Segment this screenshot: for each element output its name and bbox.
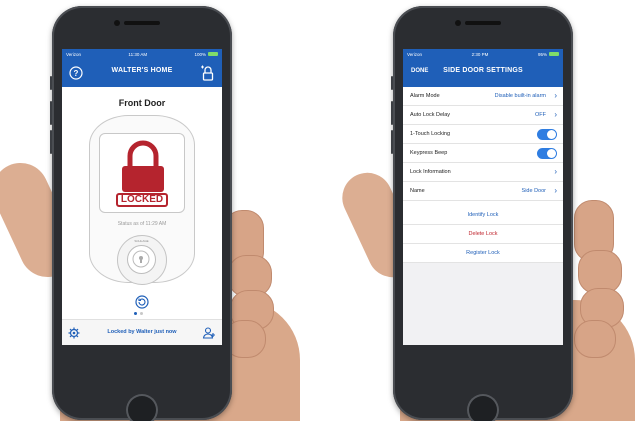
users-icon [202,327,215,339]
header-bar: DONE SIDE DOOR SETTINGS [403,59,563,87]
register-lock-button[interactable]: Register Lock [403,244,563,263]
battery-icon [548,52,559,57]
setting-label: Auto Lock Delay [410,112,451,118]
page-title: SIDE DOOR SETTINGS [443,67,523,74]
page-indicator [134,312,143,315]
status-bar: Verizon 2:30 PM 95% [403,49,563,59]
setting-value: Disable built-in alarm [494,93,546,99]
page-dot [140,312,143,315]
setting-row-auto-lock-delay[interactable]: Auto Lock Delay OFF › [403,106,563,125]
empty-area [403,263,563,345]
left-phone: Verizon 11:30 AM 100% ? WALTER'S HOME Fr… [50,6,232,421]
setting-label: 1-Touch Locking [410,131,451,137]
setting-value: OFF [535,112,546,118]
chevron-right-icon: › [554,110,557,119]
setting-label: Keypress Beep [410,150,448,156]
identify-lock-button[interactable]: Identify Lock [403,206,563,225]
home-button[interactable] [467,394,499,421]
setting-row-alarm-mode[interactable]: Alarm Mode Disable built-in alarm › [403,87,563,106]
keypad-deadbolt: SCHLAGE [117,235,167,285]
add-lock-button[interactable] [199,64,217,82]
settings-button[interactable] [68,326,82,340]
earpiece-speaker [124,21,160,25]
front-camera [114,20,120,26]
setting-row-1-touch-locking: 1-Touch Locking [403,125,563,144]
battery-indicator: 95% [538,52,559,57]
lock-name: Front Door [118,98,166,108]
chevron-right-icon: › [554,91,557,100]
home-button[interactable] [126,394,158,421]
carrier-label: Verizon [407,51,423,57]
footer-bar: Locked by Walter just now [62,319,222,345]
setting-value: Side Door [521,188,546,194]
keyhole-icon [132,250,150,268]
carrier-label: Verizon [66,51,82,57]
header-bar: ? WALTER'S HOME [62,59,222,87]
setting-label: Alarm Mode [410,93,440,99]
setting-label: Name [410,188,425,194]
chevron-right-icon: › [554,167,557,176]
keypress-beep-toggle[interactable] [537,148,557,159]
setting-row-keypress-beep: Keypress Beep [403,144,563,163]
settings-list: Alarm Mode Disable built-in alarm › Auto… [403,87,563,201]
earpiece-speaker [465,21,501,25]
setting-row-name[interactable]: Name Side Door › [403,182,563,201]
lock-status-text: Status as of 11:29 AM [117,221,167,227]
activity-status: Locked by Walter just now [107,329,177,335]
right-screen: Verizon 2:30 PM 95% DONE SIDE DOOR SETTI… [403,49,563,345]
users-button[interactable] [202,326,216,340]
lock-state-label: LOCKED [116,193,168,207]
svg-text:?: ? [74,69,79,78]
one-touch-locking-toggle[interactable] [537,129,557,140]
clock: 11:30 AM [128,51,148,57]
done-button[interactable]: DONE [411,68,428,74]
chevron-right-icon: › [554,186,557,195]
battery-indicator: 100% [194,52,218,57]
keyhole [127,245,156,274]
add-lock-icon [201,65,214,81]
clock: 2:30 PM [471,51,489,57]
battery-icon [208,52,218,57]
help-icon: ? [69,66,83,80]
refresh-icon [135,295,149,309]
padlock-icon [122,140,164,192]
setting-label: Lock Information [410,169,451,175]
page-title: WALTER'S HOME [111,67,173,74]
page-dot-active [134,312,137,315]
keypad-brand: SCHLAGE [134,239,149,243]
left-screen: Verizon 11:30 AM 100% ? WALTER'S HOME Fr… [62,49,222,345]
gear-icon [68,327,80,339]
front-camera [455,20,461,26]
right-phone: Verizon 2:30 PM 95% DONE SIDE DOOR SETTI… [391,6,573,421]
refresh-button[interactable] [135,295,149,309]
setting-row-lock-information[interactable]: Lock Information › [403,163,563,182]
action-list: Identify Lock Delete Lock Register Lock [403,206,563,263]
status-bar: Verizon 11:30 AM 100% [62,49,222,59]
help-button[interactable]: ? [67,64,85,82]
delete-lock-button[interactable]: Delete Lock [403,225,563,244]
